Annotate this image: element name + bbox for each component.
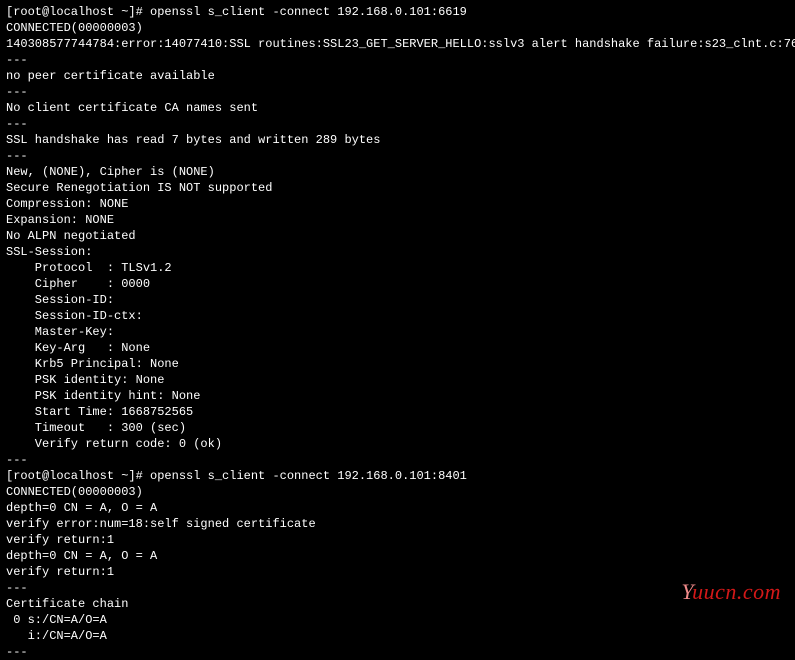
- terminal-line: CONNECTED(00000003): [6, 484, 789, 500]
- terminal-line: verify error:num=18:self signed certific…: [6, 516, 789, 532]
- terminal-line: Certificate chain: [6, 596, 789, 612]
- terminal-line: 0 s:/CN=A/O=A: [6, 612, 789, 628]
- terminal-line: Expansion: NONE: [6, 212, 789, 228]
- terminal-line: Cipher : 0000: [6, 276, 789, 292]
- terminal-output[interactable]: [root@localhost ~]# openssl s_client -co…: [6, 4, 789, 660]
- terminal-line: Krb5 Principal: None: [6, 356, 789, 372]
- watermark-suffix: uucn.com: [692, 579, 781, 604]
- terminal-line: [root@localhost ~]# openssl s_client -co…: [6, 4, 789, 20]
- terminal-line: Session-ID-ctx:: [6, 308, 789, 324]
- watermark-prefix: Y: [681, 579, 692, 604]
- terminal-line: Start Time: 1668752565: [6, 404, 789, 420]
- terminal-line: ---: [6, 52, 789, 68]
- terminal-line: depth=0 CN = A, O = A: [6, 500, 789, 516]
- terminal-line: New, (NONE), Cipher is (NONE): [6, 164, 789, 180]
- terminal-line: depth=0 CN = A, O = A: [6, 548, 789, 564]
- terminal-line: [root@localhost ~]# openssl s_client -co…: [6, 468, 789, 484]
- terminal-line: 140308577744784:error:14077410:SSL routi…: [6, 36, 789, 52]
- terminal-line: Compression: NONE: [6, 196, 789, 212]
- terminal-line: verify return:1: [6, 564, 789, 580]
- terminal-line: PSK identity: None: [6, 372, 789, 388]
- terminal-line: No client certificate CA names sent: [6, 100, 789, 116]
- terminal-line: No ALPN negotiated: [6, 228, 789, 244]
- terminal-line: Verify return code: 0 (ok): [6, 436, 789, 452]
- terminal-line: Timeout : 300 (sec): [6, 420, 789, 436]
- terminal-line: Session-ID:: [6, 292, 789, 308]
- terminal-line: SSL-Session:: [6, 244, 789, 260]
- terminal-line: ---: [6, 580, 789, 596]
- terminal-line: ---: [6, 644, 789, 660]
- terminal-line: i:/CN=A/O=A: [6, 628, 789, 644]
- terminal-line: ---: [6, 116, 789, 132]
- terminal-line: Secure Renegotiation IS NOT supported: [6, 180, 789, 196]
- terminal-line: Protocol : TLSv1.2: [6, 260, 789, 276]
- terminal-line: verify return:1: [6, 532, 789, 548]
- watermark-text: Yuucn.com: [681, 584, 781, 600]
- terminal-line: CONNECTED(00000003): [6, 20, 789, 36]
- terminal-line: ---: [6, 84, 789, 100]
- terminal-line: SSL handshake has read 7 bytes and writt…: [6, 132, 789, 148]
- terminal-line: no peer certificate available: [6, 68, 789, 84]
- terminal-line: ---: [6, 452, 789, 468]
- terminal-line: Key-Arg : None: [6, 340, 789, 356]
- terminal-line: Master-Key:: [6, 324, 789, 340]
- terminal-line: PSK identity hint: None: [6, 388, 789, 404]
- terminal-line: ---: [6, 148, 789, 164]
